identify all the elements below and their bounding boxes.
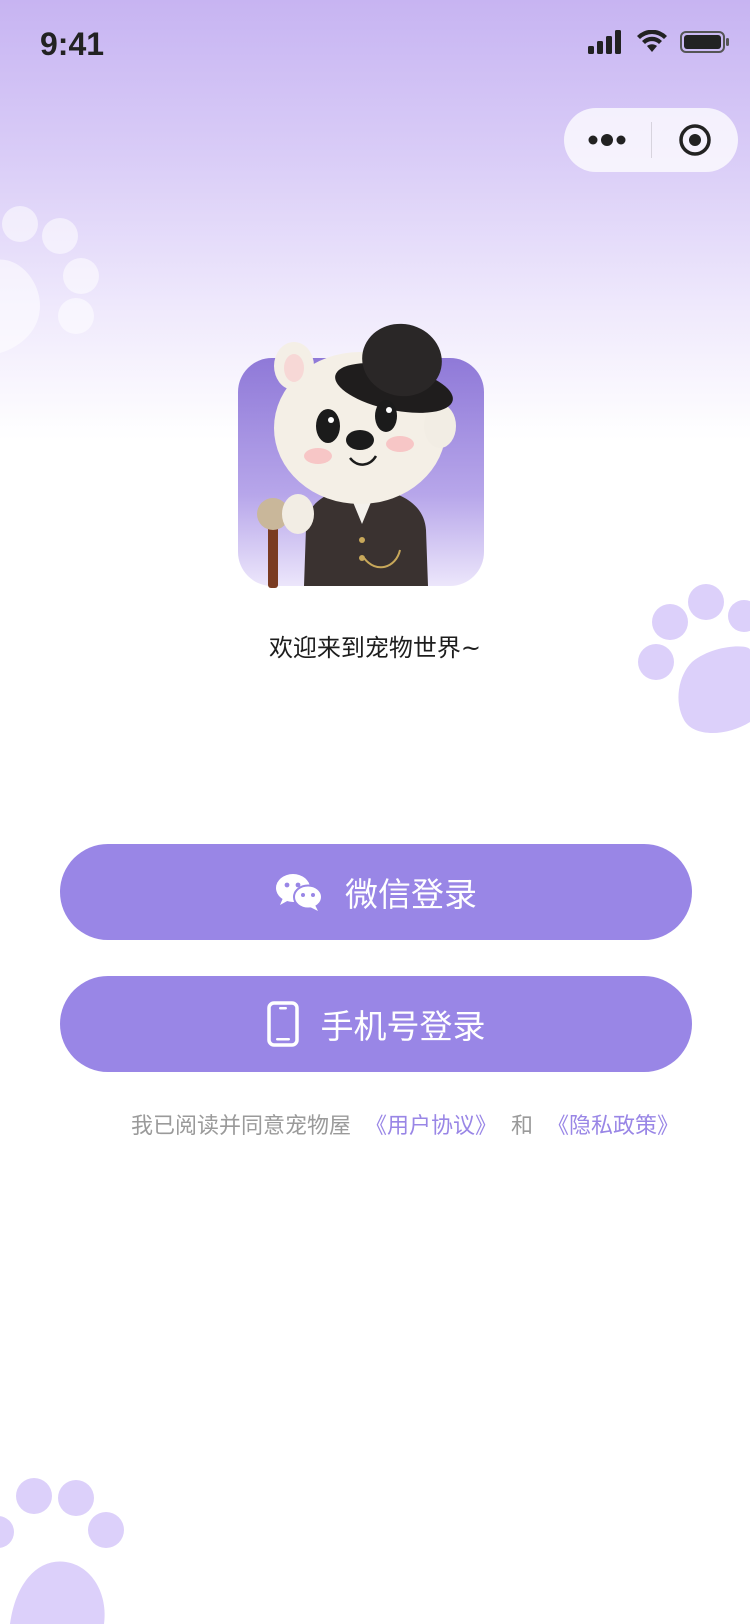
- agreement-and: 和: [511, 1114, 534, 1139]
- phone-icon: [266, 1001, 299, 1047]
- phone-login-label: 手机号登录: [320, 1007, 486, 1046]
- signal-icon: [588, 30, 621, 54]
- more-icon: [588, 134, 626, 146]
- close-miniprogram-button[interactable]: [652, 108, 739, 172]
- agreement-text: 我已阅读并同意宠物屋 《用户协议》和《隐私政策》: [0, 1108, 750, 1140]
- miniprogram-capsule: [564, 108, 738, 172]
- status-time: 9:41: [40, 26, 105, 62]
- more-button[interactable]: [564, 108, 651, 172]
- mascot-image: [236, 318, 486, 588]
- user-agreement-link[interactable]: 《用户协议》: [365, 1114, 497, 1139]
- status-bar: 9:41: [0, 0, 750, 90]
- paw-icon: [0, 1478, 124, 1624]
- battery-icon: [680, 31, 729, 53]
- target-icon: [679, 124, 711, 156]
- privacy-policy-link[interactable]: 《隐私政策》: [547, 1114, 679, 1139]
- agreement-prefix: 我已阅读并同意宠物屋: [130, 1114, 351, 1139]
- wechat-login-button[interactable]: 微信登录: [60, 844, 692, 940]
- status-icons: [588, 30, 730, 54]
- paw-icon: [0, 206, 99, 353]
- wifi-icon: [637, 30, 667, 52]
- phone-login-button[interactable]: 手机号登录: [60, 976, 692, 1072]
- wechat-icon: [276, 874, 323, 911]
- wechat-login-label: 微信登录: [345, 875, 477, 914]
- bear-mascot-illustration: [257, 323, 456, 588]
- welcome-text: 欢迎来到宠物世界~: [268, 634, 482, 662]
